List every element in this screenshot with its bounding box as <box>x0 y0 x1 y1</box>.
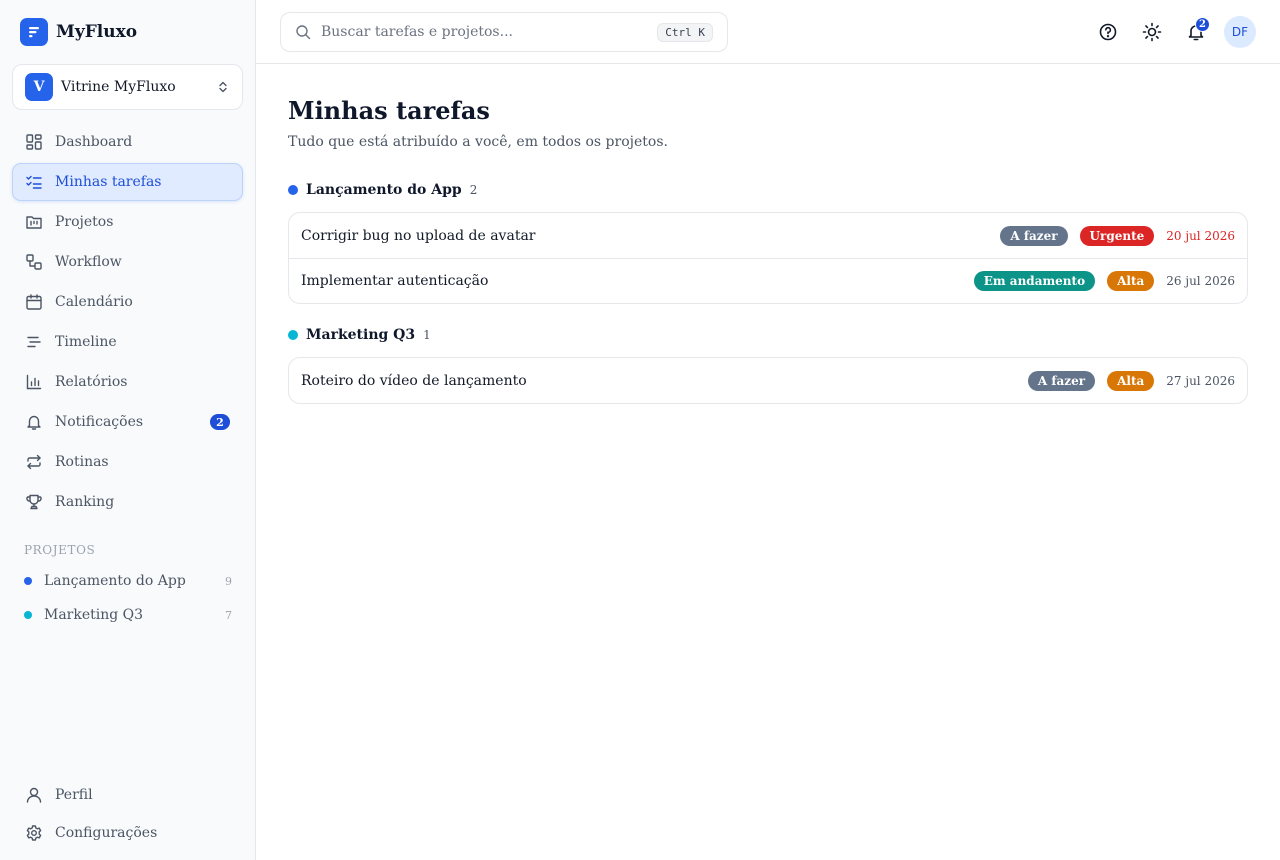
notification-count-badge: 2 <box>210 414 230 430</box>
task-list: Corrigir bug no upload de avatar A fazer… <box>288 212 1248 304</box>
task-group-count: 1 <box>423 328 431 342</box>
repeat-icon <box>25 453 43 471</box>
brand[interactable]: MyFluxo <box>20 18 137 46</box>
sidebar-item-minhas-tarefas[interactable]: Minhas tarefas <box>12 163 243 201</box>
notifications-button[interactable]: 2 <box>1180 16 1212 48</box>
trophy-icon <box>25 493 43 511</box>
sidebar-item-label: Projetos <box>55 214 114 230</box>
sidebar: MyFluxo V Vitrine MyFluxo Dashboard Minh… <box>0 0 256 860</box>
sidebar-item-relatorios[interactable]: Relatórios <box>12 363 243 401</box>
myfluxo-logo-icon <box>20 18 48 46</box>
task-group-name: Marketing Q3 <box>306 327 416 343</box>
sidebar-item-projetos[interactable]: Projetos <box>12 203 243 241</box>
chevron-up-down-icon <box>219 81 227 93</box>
sidebar-item-rotinas[interactable]: Rotinas <box>12 443 243 481</box>
sidebar-item-label: Dashboard <box>55 134 133 150</box>
app-name: MyFluxo <box>56 22 138 42</box>
checklist-icon <box>25 173 43 191</box>
task-row[interactable]: Roteiro do vídeo de lançamento A fazer A… <box>289 358 1247 403</box>
task-title: Corrigir bug no upload de avatar <box>301 227 536 244</box>
sidebar-item-ranking[interactable]: Ranking <box>12 483 243 521</box>
due-date: 26 jul 2026 <box>1166 274 1235 288</box>
search-input[interactable] <box>321 24 658 40</box>
task-group-header: Marketing Q3 1 <box>288 324 1248 346</box>
workspace-switcher[interactable]: V Vitrine MyFluxo <box>12 64 243 110</box>
projects-section-title: PROJETOS <box>24 543 96 557</box>
task-group-name: Lançamento do App <box>306 182 462 198</box>
sidebar-nav: Dashboard Minhas tarefas Projetos Workfl… <box>12 123 243 523</box>
gear-icon <box>25 824 43 842</box>
sidebar-project-marketing-q3[interactable]: Marketing Q3 7 <box>24 604 232 626</box>
sun-icon <box>1142 22 1162 42</box>
status-badge: Em andamento <box>973 271 1096 291</box>
project-color-dot <box>24 577 32 585</box>
workspace-name: Vitrine MyFluxo <box>61 79 176 95</box>
project-count: 9 <box>225 574 232 588</box>
bell-icon <box>25 413 43 431</box>
help-icon <box>1099 23 1117 41</box>
user-avatar[interactable]: DF <box>1224 16 1256 48</box>
due-date: 27 jul 2026 <box>1166 373 1235 388</box>
sidebar-item-label: Workflow <box>55 254 122 270</box>
project-name: Lançamento do App <box>44 573 186 589</box>
sidebar-item-configuracoes[interactable]: Configurações <box>12 814 243 852</box>
page-subtitle: Tudo que está atribuído a você, em todos… <box>288 134 668 150</box>
project-name: Marketing Q3 <box>44 607 144 623</box>
priority-badge: Alta <box>1107 271 1155 291</box>
sidebar-projects: Lançamento do App 9 Marketing Q3 7 <box>24 570 232 638</box>
priority-badge: Alta <box>1107 370 1155 391</box>
search-shortcut-hint: Ctrl K <box>657 22 713 42</box>
user-icon <box>25 786 43 804</box>
priority-badge: Urgente <box>1079 225 1155 246</box>
project-count: 7 <box>225 608 232 622</box>
project-color-dot <box>288 185 298 195</box>
sidebar-item-label: Notificações <box>55 414 144 430</box>
sidebar-item-perfil[interactable]: Perfil <box>12 776 243 814</box>
theme-toggle-button[interactable] <box>1136 16 1168 48</box>
sidebar-item-label: Rotinas <box>55 454 109 470</box>
task-title: Roteiro do vídeo de lançamento <box>301 372 527 389</box>
status-badge: A fazer <box>1027 370 1096 391</box>
project-color-dot <box>24 611 32 619</box>
dashboard-icon <box>25 133 43 151</box>
task-group-count: 2 <box>469 183 478 197</box>
sidebar-project-lancamento-do-app[interactable]: Lançamento do App 9 <box>24 570 232 592</box>
help-button[interactable] <box>1092 16 1124 48</box>
task-row[interactable]: Implementar autenticação Em andamento Al… <box>289 258 1247 303</box>
notification-count-badge: 2 <box>1195 17 1210 32</box>
calendar-icon <box>25 293 43 311</box>
task-group-lancamento-do-app: Lançamento do App 2 Corrigir bug no uplo… <box>288 179 1248 304</box>
sidebar-item-calendario[interactable]: Calendário <box>12 283 243 321</box>
bar-chart-icon <box>25 373 43 391</box>
timeline-icon <box>25 333 43 351</box>
page-title: Minhas tarefas <box>288 96 490 125</box>
status-badge: A fazer <box>1000 225 1068 246</box>
sidebar-item-label: Ranking <box>55 494 115 510</box>
due-date: 20 jul 2026 <box>1166 228 1235 243</box>
sidebar-item-notificacoes[interactable]: Notificações 2 <box>12 403 243 441</box>
sidebar-item-label: Configurações <box>55 825 158 841</box>
folder-kanban-icon <box>25 213 43 231</box>
sidebar-item-workflow[interactable]: Workflow <box>12 243 243 281</box>
task-row[interactable]: Corrigir bug no upload de avatar A fazer… <box>289 213 1247 258</box>
top-header: Ctrl K 2 DF <box>256 0 1280 64</box>
sidebar-bottom-nav: Perfil Configurações <box>12 776 243 852</box>
project-color-dot <box>288 330 298 340</box>
sidebar-item-dashboard[interactable]: Dashboard <box>12 123 243 161</box>
sidebar-item-label: Calendário <box>55 294 133 310</box>
task-group-header: Lançamento do App 2 <box>288 179 1248 201</box>
sidebar-item-label: Perfil <box>55 787 93 803</box>
sidebar-item-label: Minhas tarefas <box>55 174 162 190</box>
sidebar-item-timeline[interactable]: Timeline <box>12 323 243 361</box>
task-group-marketing-q3: Marketing Q3 1 Roteiro do vídeo de lança… <box>288 324 1248 404</box>
search-box[interactable]: Ctrl K <box>280 12 728 52</box>
sidebar-item-label: Timeline <box>55 334 117 350</box>
task-list: Roteiro do vídeo de lançamento A fazer A… <box>288 357 1248 404</box>
search-icon <box>296 25 311 40</box>
sidebar-item-label: Relatórios <box>55 374 128 390</box>
task-title: Implementar autenticação <box>301 273 489 289</box>
workspace-avatar: V <box>25 73 53 101</box>
workflow-icon <box>25 253 43 271</box>
